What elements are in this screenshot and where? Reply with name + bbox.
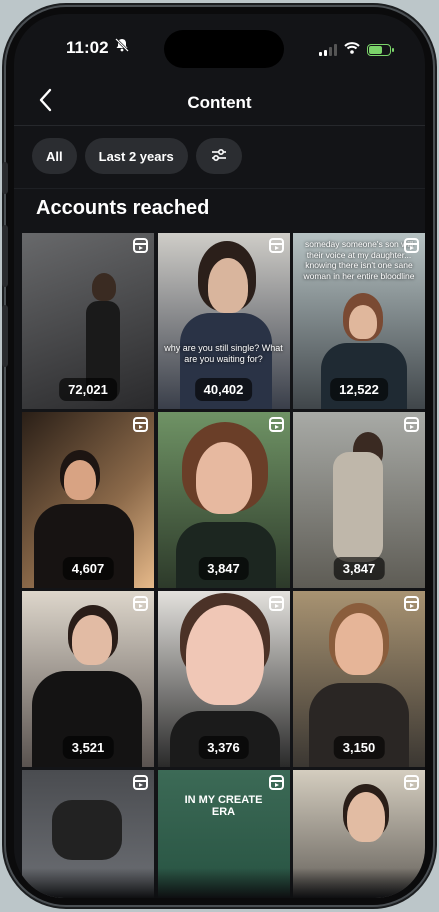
content-grid: 72,021 why are you still single? What ar… bbox=[22, 233, 425, 898]
date-range-chip[interactable]: Last 2 years bbox=[84, 138, 188, 174]
reel-icon bbox=[133, 238, 148, 253]
reel-icon bbox=[268, 596, 284, 611]
filter-settings-button[interactable] bbox=[195, 138, 242, 174]
reel-icon bbox=[133, 417, 148, 432]
reel-tile[interactable]: 3,847 bbox=[293, 412, 425, 588]
battery-charging-icon bbox=[367, 44, 394, 56]
page-title: Content bbox=[187, 93, 252, 112]
reel-icon bbox=[404, 775, 419, 790]
bell-muted-icon bbox=[115, 38, 129, 55]
caption: why are you still single? What are you w… bbox=[164, 343, 283, 364]
screen: 11:02 Content All Last 2 years Accounts … bbox=[14, 14, 425, 898]
divider bbox=[14, 125, 425, 126]
reach-count: 3,150 bbox=[333, 736, 385, 759]
nav-bar: Content bbox=[14, 84, 425, 128]
dynamic-island bbox=[164, 30, 284, 68]
reel-icon bbox=[268, 417, 284, 432]
reach-count: 4,607 bbox=[62, 557, 114, 580]
reach-count: 12,522 bbox=[330, 378, 388, 401]
divider bbox=[14, 188, 425, 189]
reel-tile[interactable]: 3,847 bbox=[157, 412, 290, 588]
reel-icon bbox=[404, 596, 419, 611]
side-button-volume-up bbox=[2, 225, 8, 287]
reel-icon bbox=[268, 775, 284, 790]
status-indicators bbox=[319, 41, 394, 59]
side-button-volume-down bbox=[2, 305, 8, 367]
status-time: 11:02 bbox=[66, 38, 109, 57]
reel-icon bbox=[133, 596, 148, 611]
filter-chips: All Last 2 years bbox=[32, 138, 242, 174]
sliders-icon bbox=[211, 148, 227, 165]
reach-count: 3,376 bbox=[198, 736, 249, 759]
reach-count: 3,847 bbox=[198, 557, 249, 580]
reach-count: 3,521 bbox=[62, 736, 114, 759]
reel-icon bbox=[404, 238, 419, 253]
reel-tile[interactable]: 3,521 bbox=[22, 591, 154, 767]
reel-icon bbox=[404, 417, 419, 432]
reel-tile[interactable]: why are you still single? What are you w… bbox=[157, 233, 290, 409]
filter-all-chip[interactable]: All bbox=[32, 138, 77, 174]
reel-icon bbox=[268, 238, 284, 253]
reel-icon bbox=[133, 775, 148, 790]
reach-count: 72,021 bbox=[59, 378, 117, 401]
reel-tile[interactable]: 3,150 bbox=[293, 591, 425, 767]
wifi-icon bbox=[344, 41, 360, 59]
bottom-fade bbox=[14, 868, 425, 898]
section-title: Accounts reached bbox=[36, 197, 210, 219]
reel-tile[interactable]: 3,376 bbox=[157, 591, 290, 767]
reel-tile[interactable]: someday someone's son will their voice a… bbox=[293, 233, 425, 409]
signal-icon bbox=[319, 44, 337, 56]
reach-count: 40,402 bbox=[194, 378, 253, 401]
side-button-action bbox=[2, 162, 8, 194]
reel-tile[interactable]: 72,021 bbox=[22, 233, 154, 409]
reach-count: 3,847 bbox=[333, 557, 385, 580]
caption: IN MY CREATE ERA bbox=[184, 794, 263, 818]
reel-tile[interactable]: 4,607 bbox=[22, 412, 154, 588]
